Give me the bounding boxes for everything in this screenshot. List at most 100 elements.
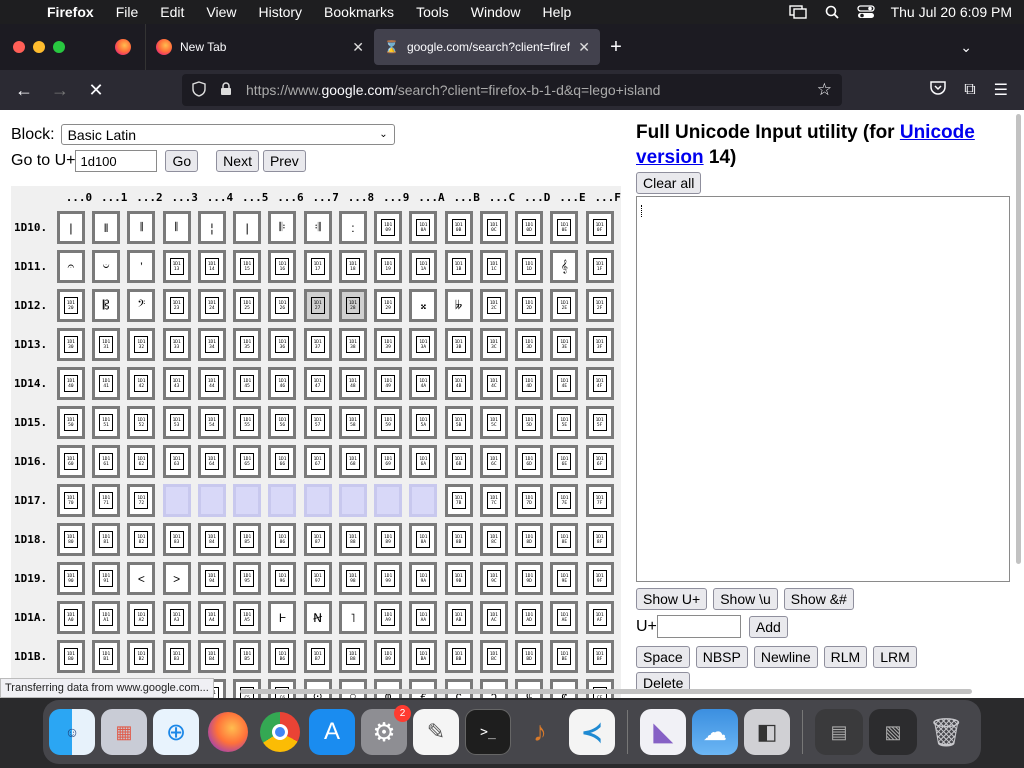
menu-window[interactable]: Window bbox=[460, 4, 532, 20]
char-cell[interactable]: 1D1 1A bbox=[409, 250, 438, 283]
char-cell[interactable]: ˥ bbox=[338, 601, 367, 634]
chrome-icon[interactable] bbox=[257, 709, 303, 755]
char-cell[interactable]: 1D1 85 bbox=[233, 523, 262, 556]
control-center-icon[interactable] bbox=[856, 5, 875, 19]
char-cell[interactable]: 1D1 41 bbox=[92, 367, 121, 400]
char-cell[interactable]: 1D1 8D bbox=[515, 523, 544, 556]
char-cell[interactable]: : bbox=[338, 211, 367, 244]
char-cell[interactable]: 1D1 56 bbox=[268, 406, 297, 439]
char-cell[interactable]: 1D1 86 bbox=[268, 523, 297, 556]
char-cell[interactable]: 1D1 42 bbox=[127, 367, 156, 400]
char-cell[interactable]: 1D1 6C bbox=[479, 445, 508, 478]
char-cell[interactable]: 𝄪 bbox=[409, 289, 438, 322]
char-cell[interactable]: 1D1 40 bbox=[56, 367, 85, 400]
char-cell[interactable]: 1D1 0F bbox=[585, 211, 614, 244]
char-cell[interactable] bbox=[268, 484, 297, 517]
char-cell[interactable]: 1D1 30 bbox=[56, 328, 85, 361]
tracking-protection-shield-icon[interactable] bbox=[192, 80, 206, 100]
char-cell[interactable]: < bbox=[127, 562, 156, 595]
char-cell[interactable]: 1D1 1B bbox=[444, 250, 473, 283]
char-cell[interactable]: 1D1 5A bbox=[409, 406, 438, 439]
char-cell[interactable]: 1D1 54 bbox=[197, 406, 226, 439]
block-select[interactable]: Basic Latin ⌄ bbox=[60, 124, 395, 145]
char-cell[interactable]: 1D1 BF bbox=[585, 640, 614, 673]
char-cell[interactable]: 1D1 13 bbox=[162, 250, 191, 283]
firefox-icon[interactable] bbox=[205, 709, 251, 755]
char-cell[interactable]: ‖ bbox=[92, 211, 121, 244]
close-window-button[interactable] bbox=[13, 41, 25, 53]
go-button[interactable]: Go bbox=[165, 150, 199, 172]
char-cell[interactable]: 1D1 A2 bbox=[127, 601, 156, 634]
char-cell[interactable]: 1D1 64 bbox=[197, 445, 226, 478]
app-store-icon[interactable]: A bbox=[309, 709, 355, 755]
char-cell[interactable]: 1D1 B4 bbox=[197, 640, 226, 673]
rlm-button[interactable]: RLM bbox=[823, 646, 868, 668]
char-cell[interactable]: 1D1 24 bbox=[197, 289, 226, 322]
back-arrow-icon[interactable]: ← bbox=[6, 80, 42, 101]
char-cell[interactable] bbox=[233, 484, 262, 517]
garageband-guitar-icon[interactable]: ♪ bbox=[517, 709, 563, 755]
menu-file[interactable]: File bbox=[105, 4, 150, 20]
url-text[interactable]: https://www.google.com/search?client=fir… bbox=[246, 82, 803, 98]
char-cell[interactable]: 1D1 90 bbox=[56, 562, 85, 595]
char-cell[interactable]: 1D1 96 bbox=[268, 562, 297, 595]
char-cell[interactable] bbox=[303, 484, 332, 517]
char-cell[interactable]: 1D1 62 bbox=[127, 445, 156, 478]
char-cell[interactable]: 1D1 9B bbox=[444, 562, 473, 595]
spotlight-search-icon[interactable] bbox=[823, 5, 841, 19]
char-cell[interactable]: 1D1 3B bbox=[444, 328, 473, 361]
char-cell[interactable]: 1D1 49 bbox=[374, 367, 403, 400]
char-cell[interactable] bbox=[162, 484, 191, 517]
char-cell[interactable]: 1D1 87 bbox=[303, 523, 332, 556]
char-cell[interactable]: 1D1 BE bbox=[550, 640, 579, 673]
char-cell[interactable]: 1D1 0C bbox=[479, 211, 508, 244]
char-cell[interactable]: 1D1 8C bbox=[479, 523, 508, 556]
trash-icon[interactable]: 🗑 bbox=[923, 709, 969, 755]
char-cell[interactable]: 1D1 98 bbox=[338, 562, 367, 595]
close-tab-icon[interactable]: ✕ bbox=[578, 39, 590, 56]
char-cell[interactable]: 1D1 94 bbox=[197, 562, 226, 595]
char-cell[interactable]: 1D1 B5 bbox=[233, 640, 262, 673]
char-cell[interactable]: 1D1 4A bbox=[409, 367, 438, 400]
char-cell[interactable]: 𝄑 bbox=[92, 250, 121, 283]
pinned-tab-firefox[interactable] bbox=[100, 24, 146, 70]
char-cell[interactable]: Ꞥ bbox=[303, 601, 332, 634]
char-cell[interactable]: 1D1 28 bbox=[338, 289, 367, 322]
next-button[interactable]: Next bbox=[216, 150, 259, 172]
char-cell[interactable]: 1D1 9E bbox=[550, 562, 579, 595]
vertical-scrollbar[interactable] bbox=[1016, 114, 1021, 564]
char-cell[interactable]: 1D1 A0 bbox=[56, 601, 85, 634]
char-cell[interactable]: 1D1 BC bbox=[479, 640, 508, 673]
char-cell[interactable]: 1D1 55 bbox=[233, 406, 262, 439]
char-cell[interactable]: 1D1 23 bbox=[162, 289, 191, 322]
char-cell[interactable]: 1D1 84 bbox=[197, 523, 226, 556]
minimize-window-button[interactable] bbox=[33, 41, 45, 53]
char-cell[interactable]: 𝄞 bbox=[550, 250, 579, 283]
char-cell[interactable]: 𝄇 bbox=[303, 211, 332, 244]
char-cell[interactable]: 1D1 57 bbox=[303, 406, 332, 439]
char-cell[interactable]: 1D1 B9 bbox=[374, 640, 403, 673]
char-cell[interactable]: 1D1 63 bbox=[162, 445, 191, 478]
char-cell[interactable]: 1D1 9C bbox=[479, 562, 508, 595]
char-cell[interactable]: 1D1 BA bbox=[409, 640, 438, 673]
char-cell[interactable]: 1D1 70 bbox=[56, 484, 85, 517]
menu-app-name[interactable]: Firefox bbox=[36, 4, 105, 20]
tab-google-search[interactable]: ⌛ google.com/search?client=firefox-b-1-d… bbox=[374, 29, 600, 65]
char-cell[interactable]: 1D1 43 bbox=[162, 367, 191, 400]
char-cell[interactable]: 1D1 3D bbox=[515, 328, 544, 361]
menu-help[interactable]: Help bbox=[532, 4, 583, 20]
menu-view[interactable]: View bbox=[195, 4, 247, 20]
char-cell[interactable] bbox=[409, 484, 438, 517]
char-cell[interactable]: 1D1 37 bbox=[303, 328, 332, 361]
char-cell[interactable]: 1D1 5F bbox=[585, 406, 614, 439]
show-html-entity-button[interactable]: Show &# bbox=[783, 588, 854, 610]
char-cell[interactable]: 1D1 A5 bbox=[233, 601, 262, 634]
char-cell[interactable]: 1D1 31 bbox=[92, 328, 121, 361]
char-cell[interactable]: 1D1 4E bbox=[550, 367, 579, 400]
char-cell[interactable]: 1D1 25 bbox=[233, 289, 262, 322]
char-cell[interactable]: | bbox=[56, 211, 85, 244]
menu-edit[interactable]: Edit bbox=[149, 4, 195, 20]
address-bar[interactable]: https://www.google.com/search?client=fir… bbox=[182, 74, 842, 106]
char-cell[interactable]: 1D1 6E bbox=[550, 445, 579, 478]
lrm-button[interactable]: LRM bbox=[873, 646, 917, 668]
